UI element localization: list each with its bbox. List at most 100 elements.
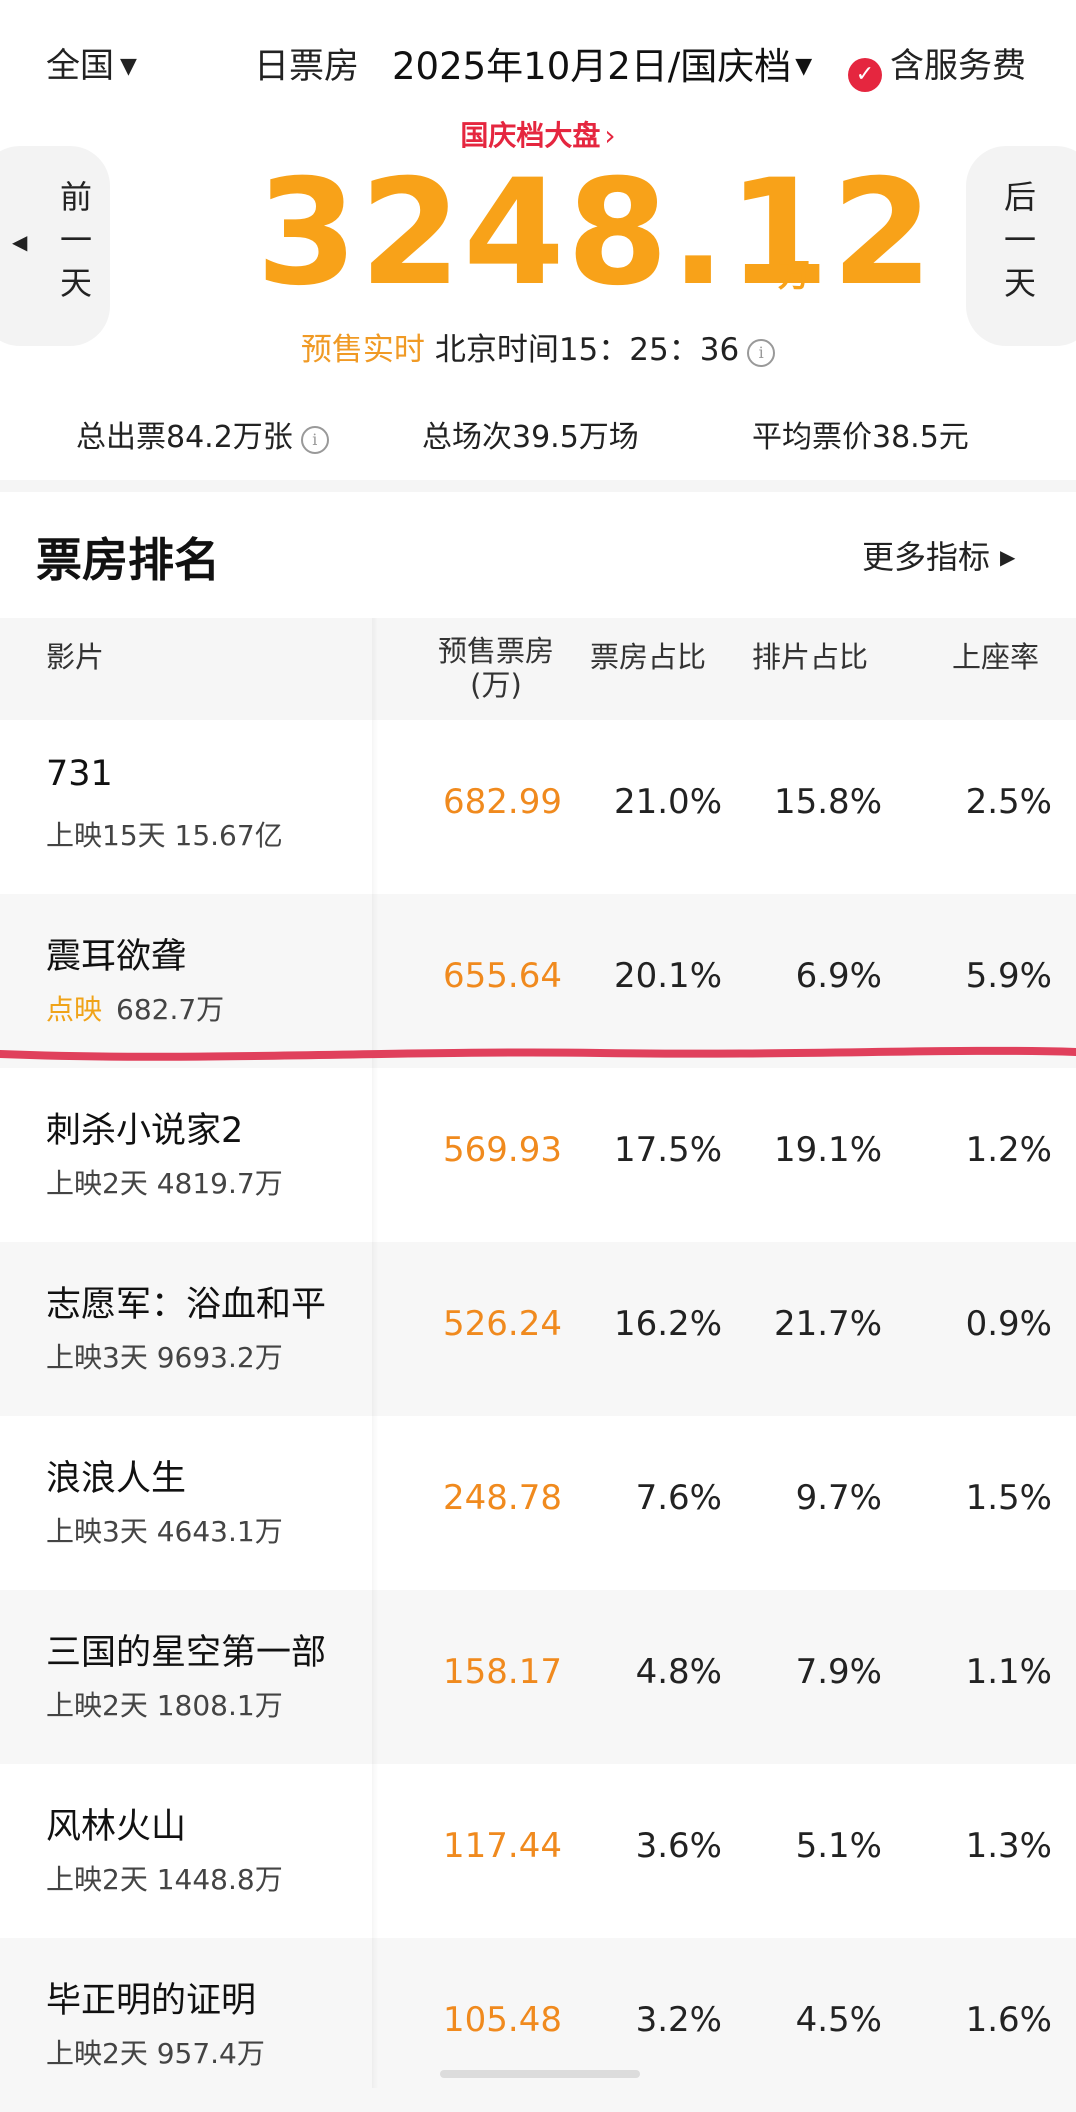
header-presale[interactable]: 预售票房 (万)	[430, 634, 562, 702]
film-subtitle: 点映 682.7万	[46, 988, 224, 1028]
table-row[interactable]: 浪浪人生 上映3天 4643.1万 248.78 7.6% 9.7% 1.5%	[0, 1416, 1076, 1590]
daily-box-office-label: 日票房	[254, 47, 360, 87]
check-circle-icon: ✓	[848, 58, 882, 92]
film-release-info: 上映2天 4819.7万	[46, 1167, 283, 1200]
realtime-row: 预售实时 北京时间15：25：36 i	[0, 324, 1076, 369]
prev-day-label: 前一天	[59, 178, 92, 302]
presale-value: 682.99	[443, 782, 562, 822]
hero-summary: 国庆档大盘› ◀ 前一天 后一天 ▶ 3248.12 万 预售实时北京时间15：…	[0, 110, 1076, 385]
presale-value: 117.44	[443, 1826, 562, 1866]
film-subtitle: 上映3天 4643.1万	[46, 1510, 283, 1550]
film-title: 志愿军：浴血和平	[46, 1285, 327, 1325]
header-schedule[interactable]: 排片占比	[752, 634, 868, 676]
schedule-value: 7.9%	[795, 1652, 882, 1692]
table-row[interactable]: 风林火山 上映2天 1448.8万 117.44 3.6% 5.1% 1.3%	[0, 1764, 1076, 1938]
info-icon[interactable]: i	[747, 339, 776, 367]
film-title: 毕正明的证明	[46, 1981, 257, 2021]
seat-rate-value: 2.5%	[965, 782, 1052, 822]
table-row[interactable]: 731 上映15天 15.67亿 682.99 21.0% 15.8% 2.5%	[0, 720, 1076, 894]
header-presale-label: 预售票房	[437, 634, 554, 668]
schedule-value: 5.1%	[795, 1826, 882, 1866]
presale-value: 105.48	[443, 2000, 562, 2040]
schedule-value: 9.7%	[795, 1478, 882, 1518]
film-release-info: 上映3天 4643.1万	[46, 1515, 283, 1548]
table-row[interactable]: 三国的星空第一部 上映2天 1808.1万 158.17 4.8% 7.9% 1…	[0, 1590, 1076, 1764]
film-release-info: 上映2天 1808.1万	[46, 1689, 283, 1722]
film-release-info: 上映15天 15.67亿	[46, 819, 283, 852]
schedule-value: 21.7%	[773, 1304, 882, 1344]
preview-tag: 点映	[46, 993, 103, 1026]
schedule-value: 4.5%	[795, 2000, 882, 2040]
seat-rate-value: 1.2%	[965, 1130, 1052, 1170]
presale-value: 248.78	[443, 1478, 562, 1518]
header-presale-unit: (万)	[470, 668, 522, 702]
share-value: 17.5%	[613, 1130, 722, 1170]
film-title: 风林火山	[46, 1807, 187, 1847]
table-header: 影片 预售票房 (万) 票房占比 排片占比 上座率	[0, 618, 1076, 720]
film-title: 731	[46, 754, 113, 794]
top-bar: 全国 ▼ 日票房 2025年10月2日/国庆档 ▼ ✓ 含服务费	[0, 0, 1076, 120]
total-unit: 万	[778, 256, 811, 294]
ranking-table: 731 上映15天 15.67亿 682.99 21.0% 15.8% 2.5%…	[0, 720, 1076, 2112]
presale-value: 569.93	[443, 1130, 562, 1170]
table-row[interactable]: 志愿军：浴血和平 上映3天 9693.2万 526.24 16.2% 21.7%…	[0, 1242, 1076, 1416]
next-day-button[interactable]: 后一天 ▶	[966, 146, 1076, 346]
more-metrics-button[interactable]: 更多指标 ▶	[862, 532, 1015, 578]
beijing-time: 北京时间15：25：36	[434, 332, 740, 368]
date-label: 2025年10月2日/国庆档	[392, 45, 792, 88]
annotation-stroke	[0, 1046, 1076, 1061]
film-subtitle: 上映2天 1448.8万	[46, 1858, 283, 1898]
total-tickets-label: 总出票84.2万张	[76, 420, 293, 455]
table-row[interactable]: 毕正明的证明 上映2天 957.4万 105.48 3.2% 4.5% 1.6%	[0, 1938, 1076, 2112]
share-value: 4.8%	[635, 1652, 722, 1692]
presale-value: 526.24	[443, 1304, 562, 1344]
home-indicator	[440, 2070, 640, 2078]
presale-realtime-label: 预售实时	[300, 332, 425, 368]
avg-price-stat: 平均票价38.5元	[752, 420, 969, 455]
triangle-left-icon: ◀	[12, 230, 28, 254]
seat-rate-value: 1.6%	[965, 2000, 1052, 2040]
film-title: 浪浪人生	[46, 1459, 187, 1499]
film-release-info: 上映2天 1448.8万	[46, 1863, 283, 1896]
film-subtitle: 上映2天 4819.7万	[46, 1162, 283, 1202]
share-value: 3.6%	[635, 1826, 722, 1866]
share-value: 21.0%	[613, 782, 722, 822]
schedule-value: 15.8%	[773, 782, 882, 822]
presale-value: 655.64	[443, 956, 562, 996]
more-metrics-label: 更多指标	[862, 538, 991, 576]
film-release-info: 上映2天 957.4万	[46, 2037, 265, 2070]
triangle-right-icon: ▶	[1000, 545, 1016, 569]
sticky-column-shadow	[372, 618, 378, 2088]
film-subtitle: 上映2天 1808.1万	[46, 1684, 283, 1724]
film-release-info: 上映3天 9693.2万	[46, 1341, 283, 1374]
seat-rate-value: 1.1%	[965, 1652, 1052, 1692]
schedule-value: 19.1%	[773, 1130, 882, 1170]
section-divider	[0, 480, 1076, 492]
date-selector[interactable]: 2025年10月2日/国庆档 ▼	[392, 36, 812, 90]
film-subtitle: 上映2天 957.4万	[46, 2032, 265, 2072]
seat-rate-value: 0.9%	[965, 1304, 1052, 1344]
info-icon[interactable]: i	[300, 426, 329, 454]
stats-bar: 总出票84.2万张 i 总场次39.5万场 平均票价38.5元	[0, 400, 1076, 470]
header-share[interactable]: 票房占比	[590, 634, 706, 676]
total-tickets-stat: 总出票84.2万张 i	[76, 412, 329, 456]
seat-rate-value: 1.3%	[965, 1826, 1052, 1866]
film-title: 刺杀小说家2	[46, 1111, 244, 1151]
region-selector[interactable]: 全国 ▼	[46, 38, 137, 87]
film-release-info: 682.7万	[116, 993, 225, 1026]
total-box-office: 3248.12	[256, 148, 935, 318]
schedule-value: 6.9%	[795, 956, 882, 996]
header-seat-rate[interactable]: 上座率	[952, 634, 1039, 676]
film-subtitle: 上映15天 15.67亿	[46, 814, 283, 854]
annotation-underline	[0, 1046, 1076, 1061]
service-fee-toggle[interactable]: ✓ 含服务费	[848, 38, 1026, 92]
ranking-title: 票房排名	[36, 533, 220, 587]
table-row[interactable]: 刺杀小说家2 上映2天 4819.7万 569.93 17.5% 19.1% 1…	[0, 1068, 1076, 1242]
share-value: 7.6%	[635, 1478, 722, 1518]
film-subtitle: 上映3天 9693.2万	[46, 1336, 283, 1376]
total-shows-stat: 总场次39.5万场	[422, 420, 639, 455]
region-label: 全国	[46, 46, 114, 86]
prev-day-button[interactable]: ◀ 前一天	[0, 146, 110, 346]
next-day-label: 后一天	[1003, 178, 1036, 302]
caret-down-icon: ▼	[120, 54, 137, 79]
